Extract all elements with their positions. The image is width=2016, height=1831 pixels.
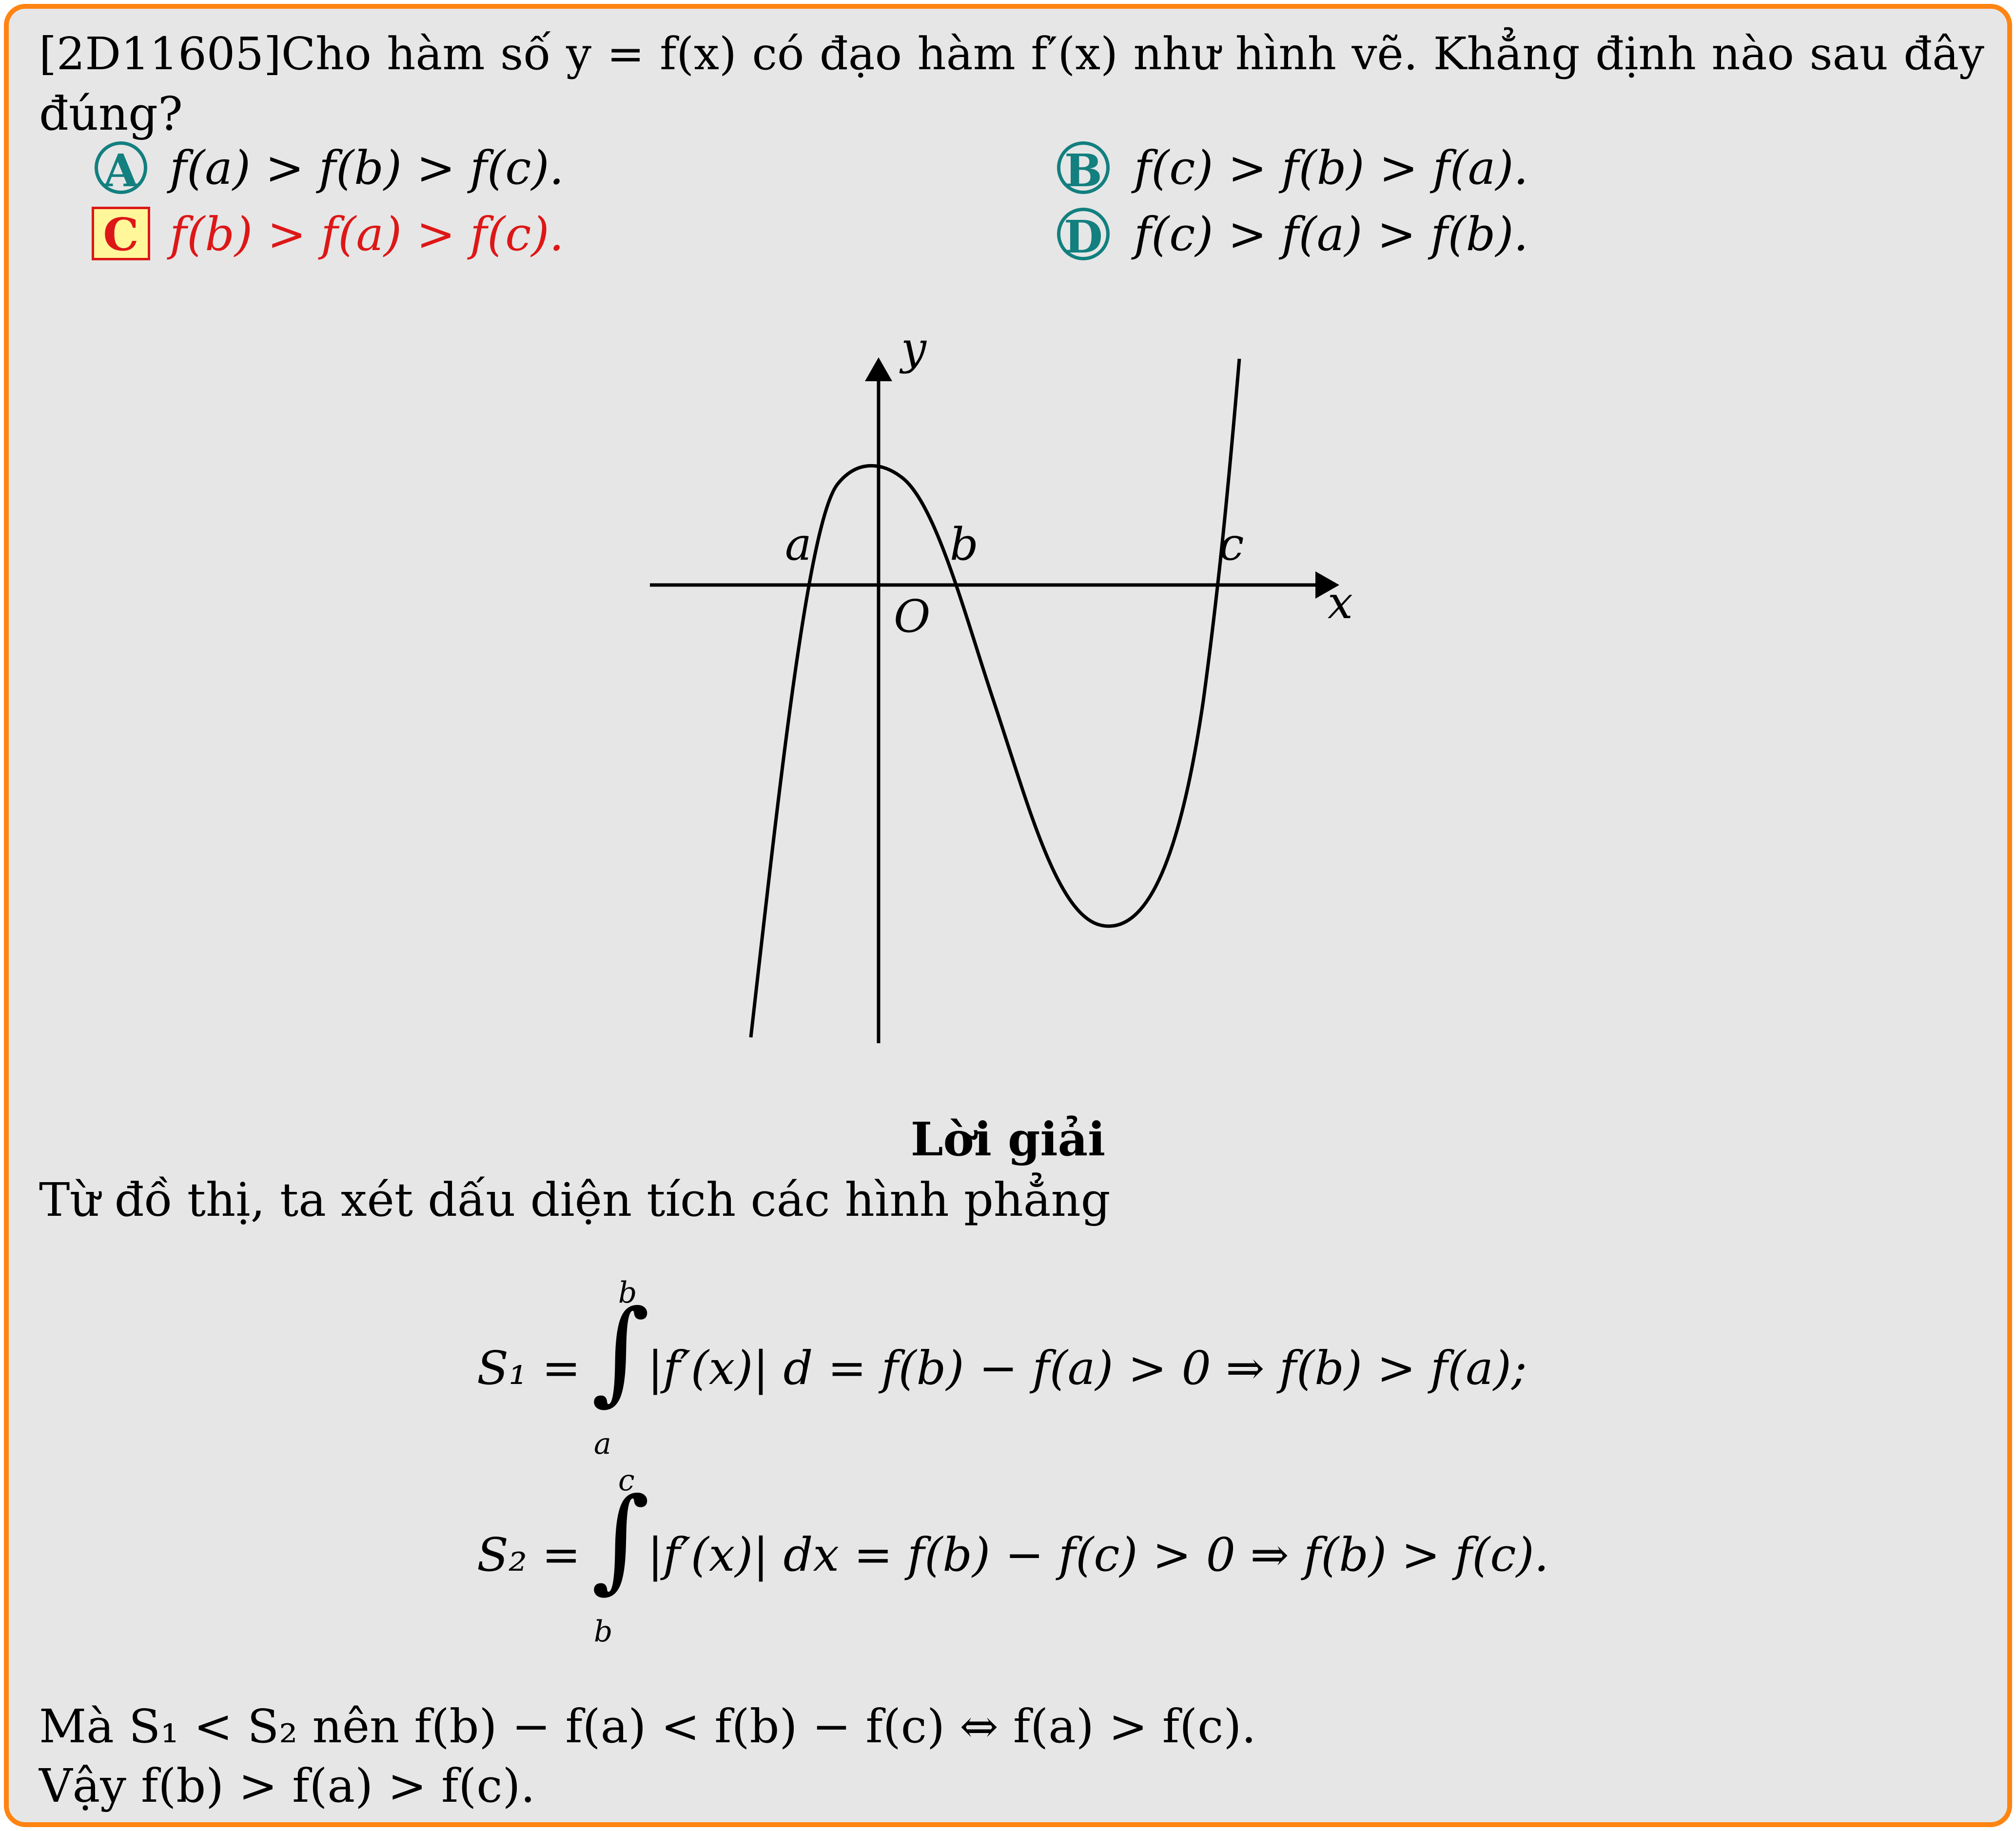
solution-line-3: Mà S₁ < S₂ nên f(b) − f(a) < f(b) − f(c)…	[39, 1700, 1256, 1753]
derivative-curve	[749, 358, 1241, 1038]
eq1-rhs: |f′(x)| d = f(b) − f(a) > 0 ⇒ f(b) > f(a…	[647, 1342, 1527, 1395]
origin-label: O	[894, 590, 930, 643]
root-label-b: b	[950, 518, 979, 570]
eq1-integral-sign: ∫	[591, 1286, 650, 1417]
eq1-lhs: S₁ =	[477, 1342, 581, 1395]
root-label-c: c	[1219, 518, 1244, 570]
solution-intro: Từ đồ thị, ta xét dấu diện tích các hình…	[39, 1173, 1111, 1227]
question-card: [2D11605]Cho hàm số y = f(x) có đạo hàm …	[4, 4, 2012, 1827]
solution-line-4: Vậy f(b) > f(a) > f(c).	[39, 1759, 535, 1813]
solution-heading: Lời giải	[910, 1112, 1106, 1167]
eq2-lower-limit: b	[594, 1615, 613, 1649]
root-label-a: a	[785, 518, 812, 570]
eq2-integral-sign: ∫	[591, 1474, 650, 1604]
y-axis-label: y	[899, 322, 927, 374]
x-axis-label: x	[1328, 577, 1353, 629]
eq2-rhs: |f′(x)| dx = f(b) − f(c) > 0 ⇒ f(b) > f(…	[647, 1528, 1549, 1582]
eq2-lhs: S₂ =	[477, 1528, 581, 1582]
eq1-lower-limit: a	[594, 1427, 611, 1461]
